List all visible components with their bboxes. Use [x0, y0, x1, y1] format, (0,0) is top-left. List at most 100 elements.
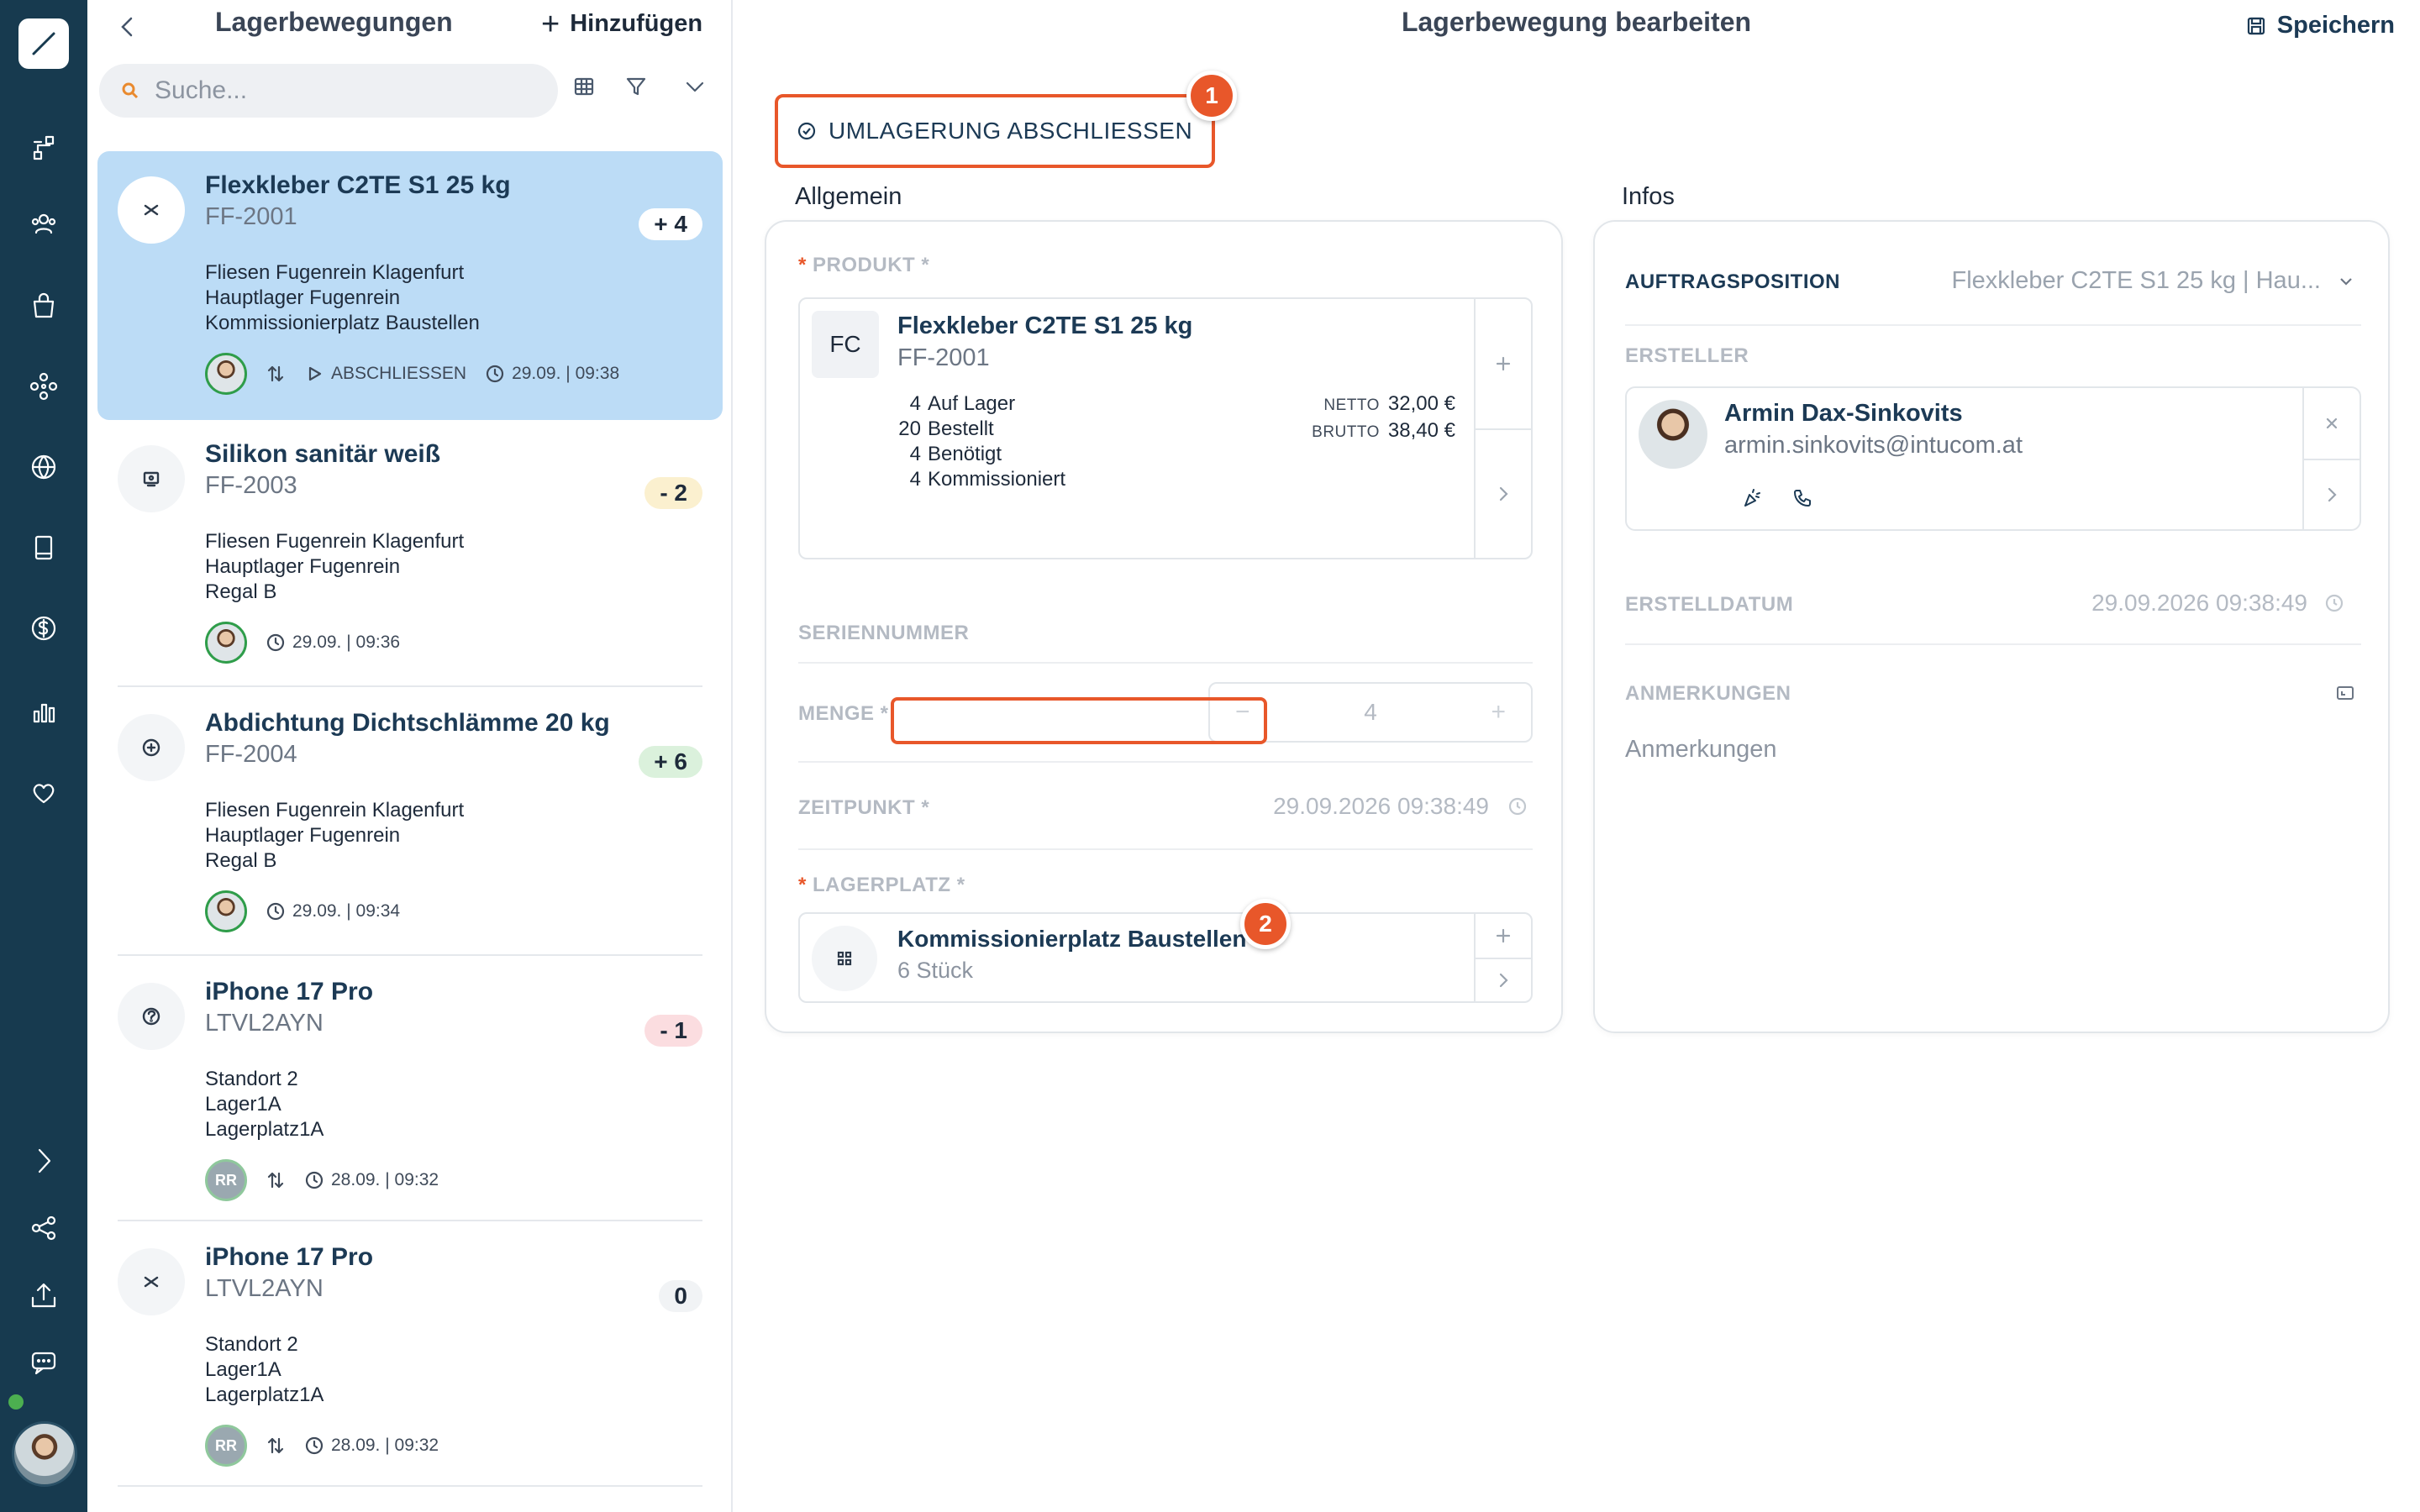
- stock-row: 4 Kommissioniert: [897, 467, 1065, 492]
- bar-chart-icon[interactable]: [20, 689, 67, 736]
- bag-icon[interactable]: [20, 282, 67, 329]
- list-item[interactable]: Flexkleber C2TE S1 25 kg FF-2001 + 4 Fli…: [97, 151, 723, 420]
- clock-icon: [266, 633, 285, 652]
- list-item[interactable]: Abdichtung Dichtschlämme 20 kg FF-2004 +…: [97, 689, 723, 958]
- avatar: RR: [205, 1425, 247, 1467]
- creator-remove-button[interactable]: [2304, 388, 2360, 459]
- plus-icon[interactable]: +: [1491, 698, 1506, 727]
- phone-icon[interactable]: [1791, 487, 1813, 509]
- brush-icon: [32, 32, 55, 55]
- share-icon[interactable]: [20, 1205, 67, 1252]
- location-warehouse: Lager1A: [205, 1093, 281, 1116]
- book-icon[interactable]: [20, 524, 67, 571]
- plus-icon: [1496, 356, 1511, 371]
- time-label: 29.09. | 09:38: [512, 364, 620, 383]
- chat-icon[interactable]: [20, 1339, 67, 1386]
- upload-icon[interactable]: [20, 1272, 67, 1319]
- grid-icon: [812, 926, 877, 991]
- movement-list-panel: Lagerbewegungen + Hinzufügen Flexkleber C…: [87, 0, 733, 1512]
- quantity-field-label: MENGE *: [798, 702, 889, 725]
- clock-icon: [1508, 797, 1527, 816]
- location-warehouse: Hauptlager Fugenrein: [205, 286, 401, 309]
- list-divider: [118, 685, 702, 687]
- product-code: FF-2001: [897, 344, 990, 371]
- expand-notes-button[interactable]: [2334, 682, 2356, 708]
- filter-button[interactable]: [623, 74, 657, 108]
- add-button[interactable]: + Hinzufügen: [541, 8, 703, 40]
- location-warehouse: Lager1A: [205, 1358, 281, 1381]
- users-icon[interactable]: [20, 202, 67, 249]
- avatar: [205, 353, 247, 395]
- save-button[interactable]: Speichern: [2245, 12, 2395, 39]
- product-name: Flexkleber C2TE S1 25 kg: [897, 312, 1193, 339]
- field-divider: [798, 761, 1533, 763]
- created-date-field: 29.09.2026 09:38:49: [2091, 590, 2344, 617]
- notes-input[interactable]: [1625, 736, 2314, 764]
- party-popper-icon[interactable]: [1741, 487, 1763, 509]
- check-circle-icon: [797, 122, 816, 140]
- highlight-box: [891, 697, 1267, 744]
- product-add-button[interactable]: [1476, 299, 1531, 428]
- product-card[interactable]: FC Flexkleber C2TE S1 25 kg FF-2001 4 Auf…: [798, 297, 1533, 559]
- table-view-button[interactable]: [571, 74, 605, 108]
- item-location: Fliesen Fugenrein Klagenfurt Hauptlager …: [205, 260, 480, 336]
- creator-open-button[interactable]: [2304, 459, 2360, 529]
- item-time: 29.09. | 09:34: [266, 901, 400, 921]
- add-button-label: Hinzufügen: [570, 10, 703, 37]
- list-item[interactable]: Silikon sanitär weiß FF-2003 - 2 Fliesen…: [97, 420, 723, 689]
- filter-icon: [626, 77, 646, 96]
- complete-action[interactable]: ABSCHLIESSEN: [304, 364, 466, 384]
- flow-icon[interactable]: [20, 124, 67, 171]
- storage-actions: [1474, 914, 1531, 1001]
- order-position-select[interactable]: Flexkleber C2TE S1 25 kg | Hau...: [1951, 267, 2356, 295]
- storage-field-label: * LAGERPLATZ *: [798, 874, 965, 896]
- product-prices: NETTO 32,00 € BRUTTO 38,40 €: [1312, 391, 1455, 445]
- location-site: Standort 2: [205, 1333, 298, 1356]
- time-label: 29.09. | 09:36: [292, 633, 401, 652]
- storage-location-card[interactable]: Kommissionierplatz Baustellen 6 Stück: [798, 912, 1533, 1003]
- list-item[interactable]: iPhone 17 Pro LTVL2AYN 0 Standort 2 Lage…: [97, 1223, 723, 1488]
- storage-open-button[interactable]: [1476, 958, 1531, 1001]
- complete-action-label: ABSCHLIESSEN: [331, 364, 467, 383]
- user-avatar[interactable]: [12, 1421, 77, 1487]
- product-open-button[interactable]: [1476, 428, 1531, 558]
- storage-add-button[interactable]: [1476, 914, 1531, 958]
- list-item[interactable]: iPhone 17 Pro LTVL2AYN - 1 Standort 2 La…: [97, 958, 723, 1223]
- time-label: 28.09. | 09:32: [331, 1436, 439, 1455]
- location-site: Fliesen Fugenrein Klagenfurt: [205, 799, 465, 822]
- gross-price-row: BRUTTO 38,40 €: [1312, 418, 1455, 445]
- sort-dropdown-button[interactable]: [682, 74, 716, 108]
- avatar: RR: [205, 1159, 247, 1201]
- infos-card: AUFTRAGSPOSITION Flexkleber C2TE S1 25 k…: [1593, 220, 2390, 1033]
- item-location: Fliesen Fugenrein Klagenfurt Hauptlager …: [205, 529, 464, 605]
- chevron-right-icon[interactable]: [20, 1137, 67, 1184]
- avatar: [205, 890, 247, 932]
- search-input[interactable]: [155, 76, 524, 105]
- heart-icon[interactable]: [20, 769, 67, 816]
- clock-icon: [486, 365, 504, 383]
- plus-circle-icon: [118, 714, 185, 781]
- back-button[interactable]: [113, 12, 143, 42]
- dollar-icon[interactable]: [20, 605, 67, 652]
- timestamp-field[interactable]: 29.09.2026 09:38:49: [1273, 793, 1528, 820]
- quantity-badge: - 2: [644, 477, 702, 509]
- globe-icon[interactable]: [20, 444, 67, 491]
- item-time: 28.09. | 09:32: [304, 1436, 439, 1456]
- plus-icon: [1496, 928, 1511, 943]
- complete-transfer-button[interactable]: UMLAGERUNG ABSCHLIESSEN: [775, 94, 1215, 168]
- network-icon[interactable]: [20, 363, 67, 410]
- expand-icon: [2337, 686, 2354, 700]
- item-meta: 29.09. | 09:34: [205, 890, 400, 932]
- creator-actions: [1741, 487, 1813, 509]
- edit-view: Lagerbewegung bearbeiten Speichern UMLAG…: [733, 0, 2420, 1512]
- list-divider: [118, 1220, 702, 1221]
- item-time: 29.09. | 09:36: [266, 633, 400, 653]
- creator-card[interactable]: Armin Dax-Sinkovits armin.sinkovits@intu…: [1625, 386, 2361, 531]
- app-logo[interactable]: [18, 18, 69, 69]
- item-time: 29.09. | 09:38: [485, 364, 619, 384]
- item-location: Fliesen Fugenrein Klagenfurt Hauptlager …: [205, 798, 464, 874]
- creator-label: ERSTELLER: [1625, 344, 1749, 367]
- location-spot: Regal B: [205, 580, 277, 603]
- item-code: LTVL2AYN: [205, 1010, 324, 1037]
- stock-row: 4 Benötigt: [897, 442, 1065, 467]
